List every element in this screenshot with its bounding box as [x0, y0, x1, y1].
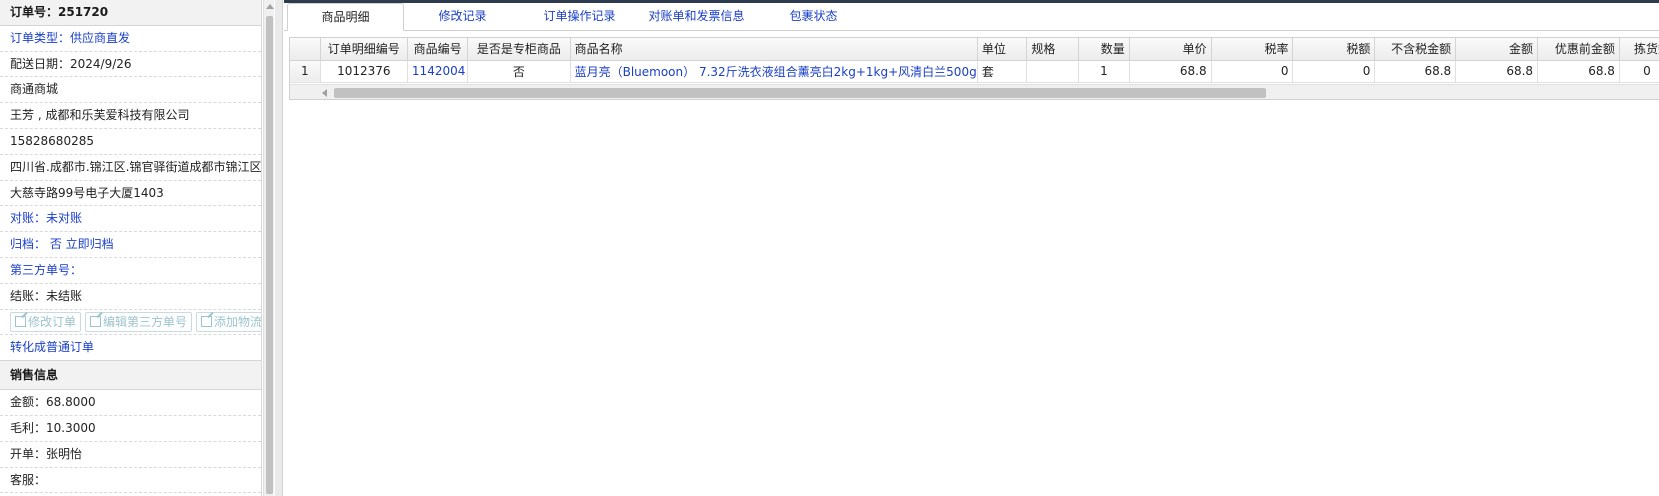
edit-third-party-button[interactable]: 编辑第三方单号 — [85, 311, 193, 332]
customer-service: 客服： — [0, 468, 261, 494]
grid-horizontal-scrollbar[interactable] — [290, 84, 1659, 99]
row-number: 1 — [290, 60, 321, 83]
order-info-panel: 订单号：251720 订单类型：供应商直发 配送日期：2024/9/26 商通商… — [0, 0, 262, 496]
product-table: 订单明细编号 商品编号 是否是专柜商品 商品名称 单位 规格 数量 单价 税率 … — [290, 38, 1659, 83]
biller: 开单：张明怡 — [0, 442, 261, 468]
cell-amount-before-discount: 68.8 — [1537, 60, 1620, 83]
cell-tax: 0 — [1292, 60, 1376, 83]
cell-tax-rate: 0 — [1211, 60, 1294, 83]
settlement-status: 结账：未结账 — [0, 284, 261, 310]
edit-third-party-label: 编辑第三方单号 — [103, 315, 188, 330]
order-action-buttons: 修改订单 编辑第三方单号 添加物流 — [0, 310, 261, 336]
tab-operation-log[interactable]: 订单操作记录 — [521, 3, 638, 30]
col-header-amount-before-discount[interactable]: 优惠前金额 — [1537, 38, 1620, 61]
col-header-amount-ex-tax[interactable]: 不含税金额 — [1374, 38, 1457, 61]
archive-status: 归档： 否 立即归档 — [0, 232, 261, 258]
archive-now-link[interactable]: 立即归档 — [66, 237, 114, 251]
scroll-left-arrow-icon[interactable] — [322, 89, 327, 97]
cell-product-name-link[interactable]: 蓝月亮（Bluemoon） 7.32斤洗衣液组合薰亮白2kg+1kg+风清白兰5… — [570, 60, 978, 83]
sales-info-header: 销售信息 — [0, 361, 261, 391]
archive-label: 归档： 否 — [10, 237, 66, 252]
col-header-unit[interactable]: 单位 — [977, 38, 1028, 61]
customer-name: 王芳 , 成都和乐芙爱科技有限公司 — [0, 103, 261, 129]
scrollbar-thumb[interactable] — [334, 88, 1266, 98]
product-detail-grid: 订单明细编号 商品编号 是否是专柜商品 商品名称 单位 规格 数量 单价 税率 … — [289, 37, 1659, 100]
customer-phone: 15828680285 — [0, 129, 261, 155]
cell-qty: 1 — [1078, 60, 1130, 83]
col-header-detail-id[interactable]: 订单明细编号 — [320, 38, 408, 61]
sales-amount: 金额：68.8000 — [0, 390, 261, 416]
tab-modify-log[interactable]: 修改记录 — [404, 3, 521, 30]
edit-icon — [15, 316, 26, 328]
scroll-up-arrow-icon[interactable] — [266, 4, 274, 9]
edit-icon — [201, 316, 213, 328]
mall-name: 商通商城 — [0, 77, 261, 104]
panel-splitter[interactable] — [275, 0, 283, 496]
cell-product-id-link[interactable]: 1142004 — [407, 60, 469, 83]
col-header-spec[interactable]: 规格 — [1026, 38, 1080, 61]
row-number-header — [290, 38, 321, 61]
reconcile-status: 对账：未对账 — [0, 206, 261, 233]
detail-tabs: 商品明细 修改记录 订单操作记录 对账单和发票信息 包裹状态 — [284, 3, 1659, 31]
col-header-picked[interactable]: 拣货数 — [1619, 38, 1659, 61]
cell-spec — [1026, 60, 1080, 83]
cell-unit: 套 — [977, 60, 1028, 83]
address-line-2: 大慈寺路99号电子大厦1403 — [0, 181, 261, 207]
add-logistics-label: 添加物流 — [214, 315, 262, 330]
edit-icon — [90, 316, 102, 328]
order-number: 订单号：251720 — [0, 0, 261, 26]
address-line-1: 四川省.成都市.锦江区.锦官驿街道成都市锦江区 — [0, 155, 261, 181]
add-logistics-button[interactable]: 添加物流 — [196, 311, 262, 332]
order-type: 订单类型：供应商直发 — [0, 26, 261, 52]
tab-package-status[interactable]: 包裹状态 — [755, 3, 872, 30]
scrollbar-thumb[interactable] — [266, 16, 273, 494]
delivery-date: 配送日期：2024/9/26 — [0, 52, 261, 78]
gross-profit: 毛利：10.3000 — [0, 416, 261, 442]
detail-area: 商品明细 修改记录 订单操作记录 对账单和发票信息 包裹状态 订单明细编号 商品… — [284, 0, 1659, 496]
left-panel-scrollbar[interactable] — [263, 0, 274, 496]
col-header-qty[interactable]: 数量 — [1078, 38, 1130, 61]
tab-statement-invoice[interactable]: 对账单和发票信息 — [638, 3, 755, 30]
cell-detail-id: 1012376 — [320, 60, 408, 83]
col-header-tax[interactable]: 税额 — [1292, 38, 1376, 61]
cell-amount: 68.8 — [1455, 60, 1539, 83]
cell-is-counter: 否 — [467, 60, 571, 83]
table-row[interactable]: 1 1012376 1142004 否 蓝月亮（Bluemoon） 7.32斤洗… — [290, 60, 1659, 83]
cell-price: 68.8 — [1129, 60, 1212, 83]
cell-amount-ex-tax: 68.8 — [1374, 60, 1457, 83]
col-header-is-counter[interactable]: 是否是专柜商品 — [467, 38, 571, 61]
tab-product-details[interactable]: 商品明细 — [287, 3, 404, 31]
third-party-number: 第三方单号： — [0, 258, 261, 284]
col-header-tax-rate[interactable]: 税率 — [1211, 38, 1294, 61]
col-header-product-name[interactable]: 商品名称 — [570, 38, 978, 61]
table-header-row: 订单明细编号 商品编号 是否是专柜商品 商品名称 单位 规格 数量 单价 税率 … — [290, 38, 1659, 61]
edit-order-button[interactable]: 修改订单 — [10, 311, 82, 332]
col-header-price[interactable]: 单价 — [1129, 38, 1212, 61]
col-header-amount[interactable]: 金额 — [1455, 38, 1539, 61]
col-header-product-id[interactable]: 商品编号 — [407, 38, 469, 61]
cell-picked: 0 — [1619, 60, 1659, 83]
convert-to-normal-order-link[interactable]: 转化成普通订单 — [0, 335, 261, 362]
edit-order-label: 修改订单 — [28, 315, 77, 330]
